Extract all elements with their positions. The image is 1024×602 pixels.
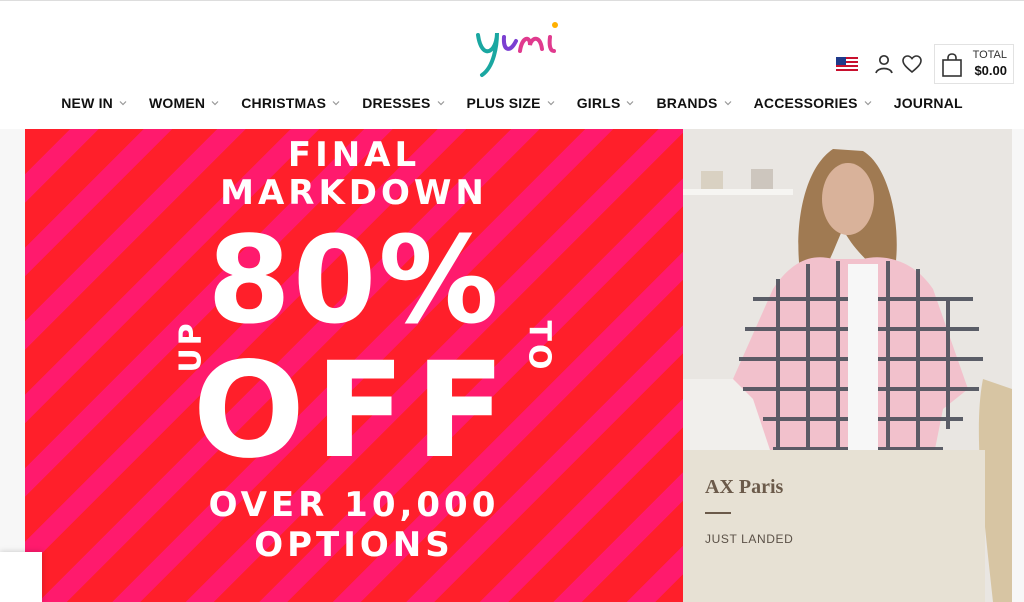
chevron-down-icon xyxy=(119,101,127,106)
header-utilities: TOTAL $0.00 xyxy=(835,44,1014,84)
nav-item-dresses[interactable]: DRESSES xyxy=(351,95,455,111)
nav-item-new-in[interactable]: NEW IN xyxy=(50,95,138,111)
promo-brand-name: AX Paris xyxy=(705,476,784,498)
hero-percent: 80% xyxy=(207,212,501,351)
nav-item-accessories[interactable]: ACCESSORIES xyxy=(743,95,883,111)
nav-item-label: BRANDS xyxy=(656,95,718,111)
nav-item-label: GIRLS xyxy=(576,95,621,111)
sale-hero-banner[interactable]: FINAL MARKDOWN UP 80% TO OFF OVER 10,000… xyxy=(25,129,683,602)
promo-tile-ax-paris[interactable]: AX Paris JUST LANDED xyxy=(683,129,1012,602)
main-navigation: NEW IN WOMEN CHRISTMAS DRESSES PLUS SIZE… xyxy=(0,95,1024,111)
nav-item-journal[interactable]: JOURNAL xyxy=(883,95,974,111)
chevron-down-icon xyxy=(437,101,444,106)
account-icon[interactable] xyxy=(872,52,896,76)
page-margin-left xyxy=(0,129,25,602)
hero-line-markdown: MARKDOWN xyxy=(220,173,488,213)
nav-item-label: DRESSES xyxy=(362,95,431,111)
chevron-down-icon xyxy=(332,101,340,106)
promo-subtitle-link[interactable]: JUST LANDED xyxy=(705,532,793,546)
hero-off: OFF xyxy=(192,334,516,488)
hero-over-count: OVER 10,000 xyxy=(208,485,500,525)
floating-widget-edge[interactable] xyxy=(0,552,42,602)
us-flag-icon[interactable] xyxy=(835,56,858,72)
nav-item-label: WOMEN xyxy=(148,95,206,111)
chevron-down-icon xyxy=(724,101,732,106)
chevron-down-icon xyxy=(211,101,219,106)
nav-item-girls[interactable]: GIRLS xyxy=(566,95,646,111)
wishlist-heart-icon[interactable] xyxy=(900,52,924,76)
cart-total-label: TOTAL xyxy=(972,49,1007,61)
hero-options: OPTIONS xyxy=(254,525,454,565)
nav-item-plus-size[interactable]: PLUS SIZE xyxy=(456,95,566,111)
nav-item-christmas[interactable]: CHRISTMAS xyxy=(230,95,351,111)
page-margin-right xyxy=(1012,129,1024,602)
promo-divider xyxy=(705,512,731,514)
nav-item-label: PLUS SIZE xyxy=(466,95,541,111)
hero-line-final: FINAL xyxy=(287,135,421,175)
cart-button[interactable]: TOTAL $0.00 xyxy=(933,44,1014,84)
chevron-down-icon xyxy=(864,101,872,106)
nav-item-label: NEW IN xyxy=(61,95,113,111)
promo-caption-card: AX Paris JUST LANDED xyxy=(683,450,985,602)
chevron-down-icon xyxy=(547,101,555,106)
nav-item-women[interactable]: WOMEN xyxy=(138,95,230,111)
yumi-logo[interactable] xyxy=(470,15,570,81)
cart-total: TOTAL $0.00 xyxy=(973,49,1007,80)
nav-item-label: JOURNAL xyxy=(893,95,963,111)
shopping-bag-icon xyxy=(941,52,962,77)
cart-total-amount: $0.00 xyxy=(974,63,1007,78)
site-header: TOTAL $0.00 NEW IN WOMEN CHRISTMAS DRESS… xyxy=(0,0,1024,129)
nav-item-label: CHRISTMAS xyxy=(241,95,327,111)
nav-item-label: ACCESSORIES xyxy=(753,95,858,111)
nav-item-brands[interactable]: BRANDS xyxy=(645,95,742,111)
chevron-down-icon xyxy=(627,101,634,106)
